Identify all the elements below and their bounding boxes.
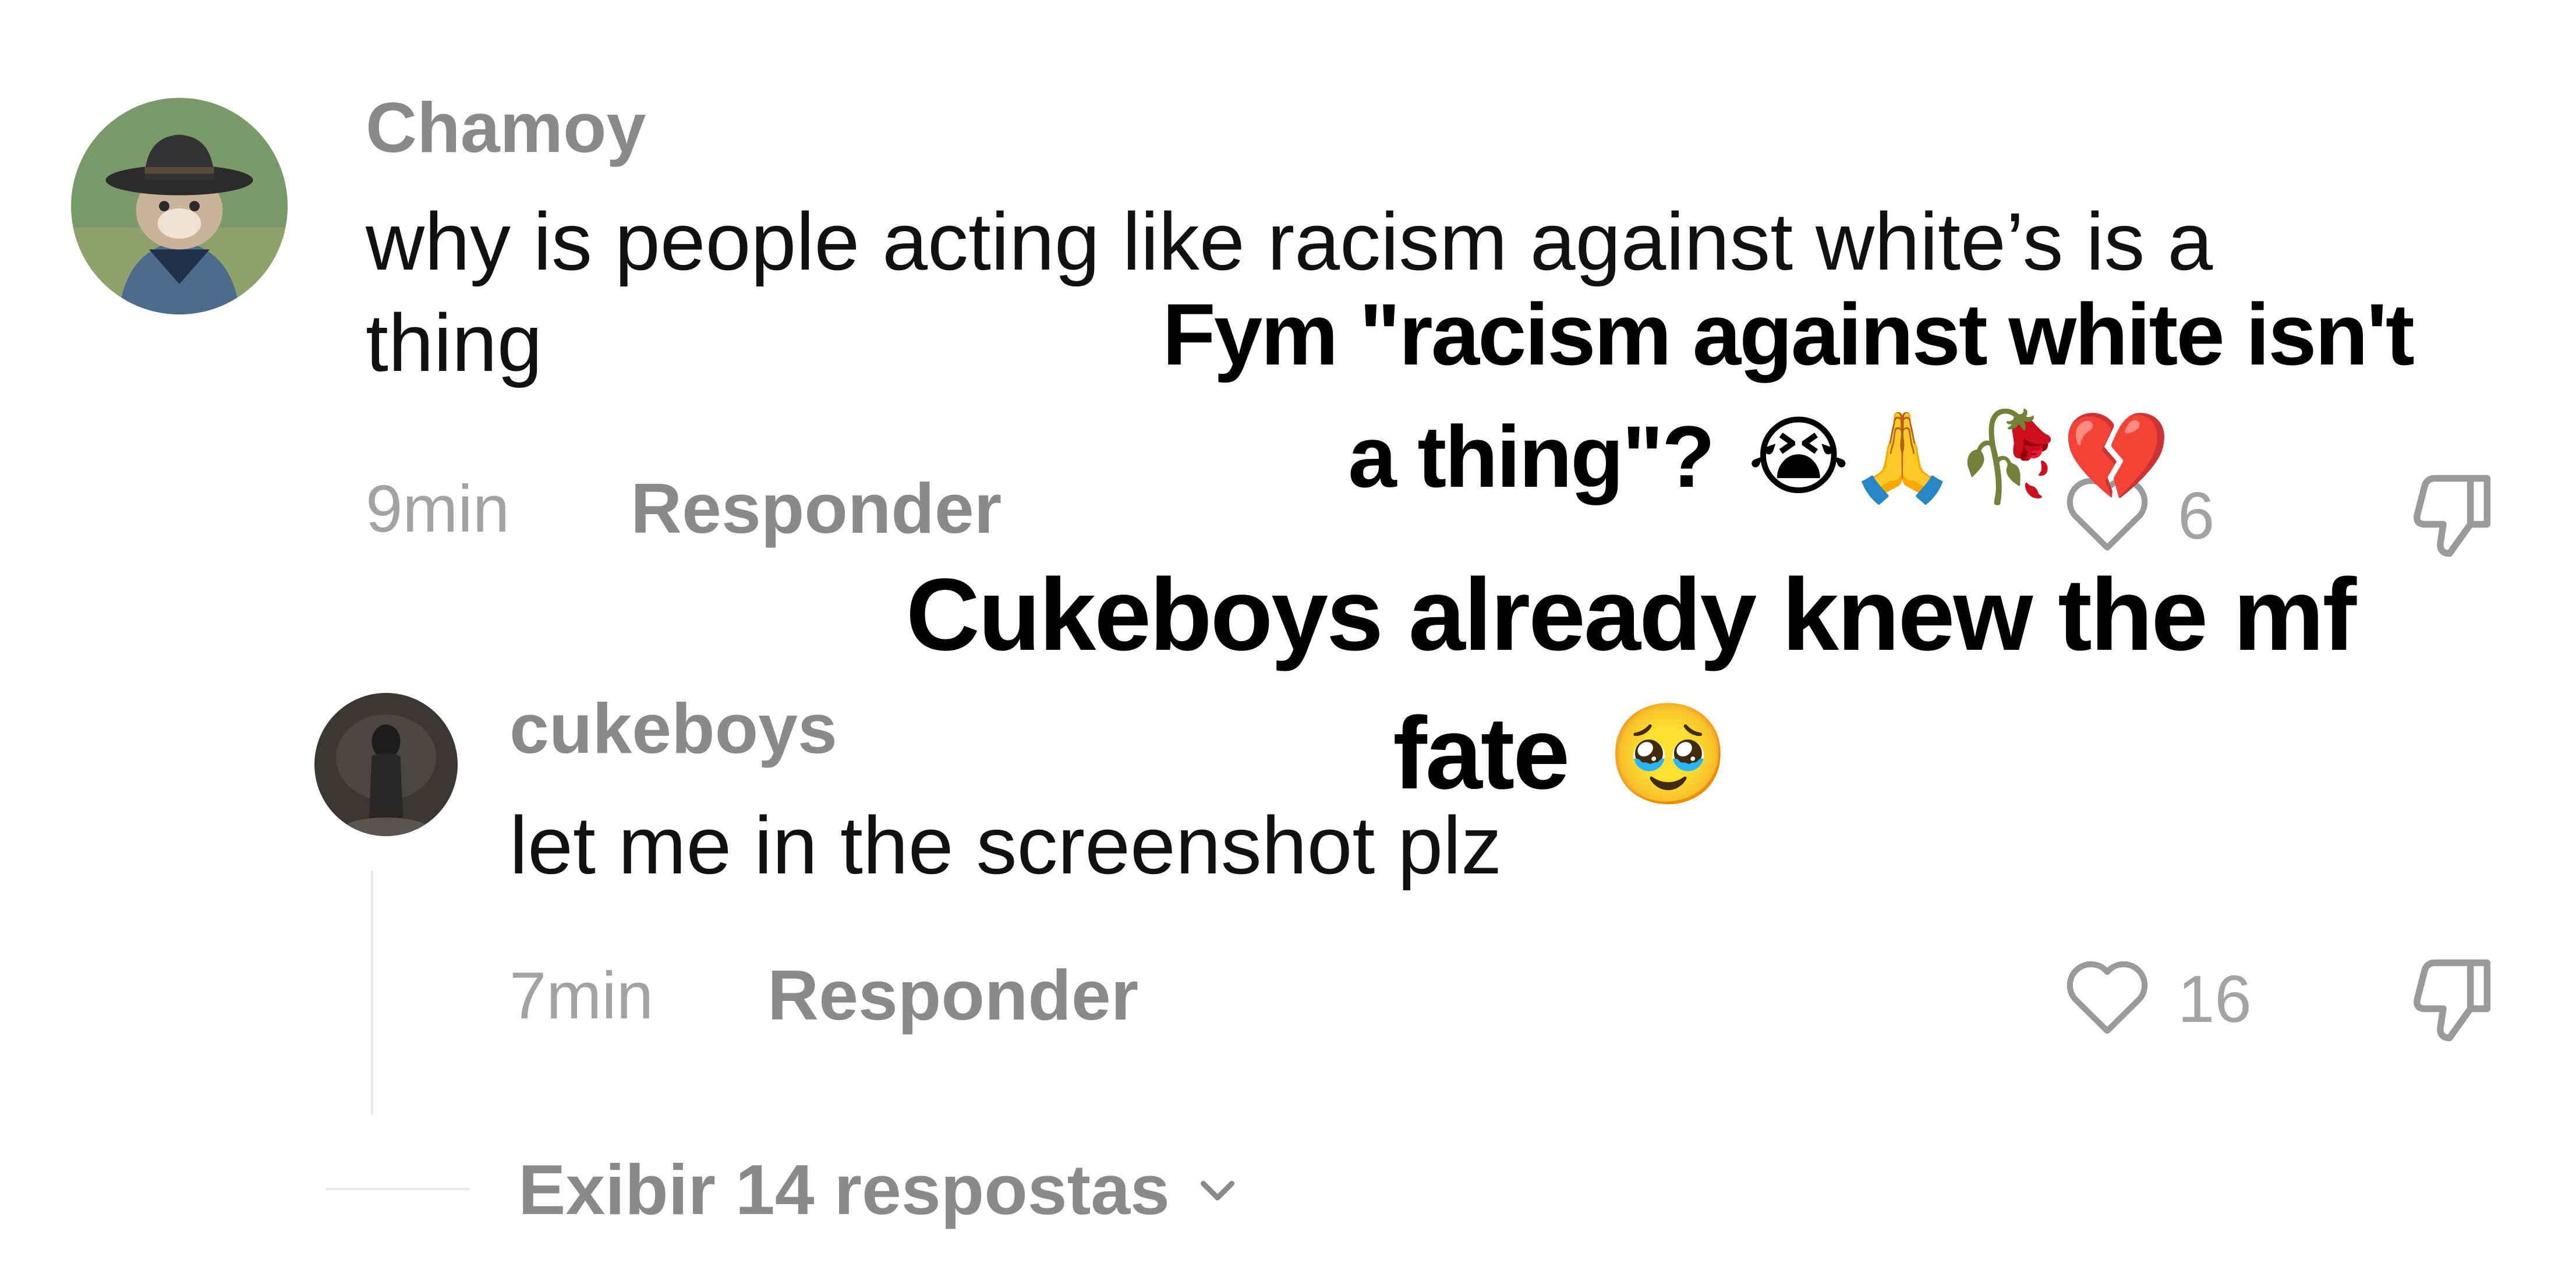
view-replies-button[interactable]: Exibir 14 respostas	[518, 1154, 1242, 1225]
comment-text-line: why is people acting like racism against…	[366, 196, 2213, 287]
overlay-caption-line: a thing"? 😭🙏🥀💔	[1002, 409, 2515, 505]
avatar[interactable]	[71, 98, 288, 314]
thread-line	[371, 870, 373, 1115]
like-count: 16	[2178, 962, 2252, 1036]
view-replies-label: Exibir 14 respostas	[518, 1150, 1170, 1229]
overlay-caption-text: a thing"?	[1348, 408, 1715, 505]
overlay-caption-line: Cukeboys already knew the mf	[905, 558, 2356, 672]
comment-timestamp: 7min	[509, 959, 654, 1033]
emoji-icon: 🥹	[1607, 697, 1730, 812]
thumbs-down-icon[interactable]	[2404, 950, 2504, 1050]
heart-outline-icon[interactable]	[2062, 955, 2152, 1036]
comment-username[interactable]: Chamoy	[366, 92, 646, 163]
reply-button[interactable]: Responder	[767, 960, 1138, 1031]
overlay-caption: Cukeboys already knew the mf fate 🥹	[873, 558, 2387, 827]
overlay-caption: Fym "racism against white isn't a thing"…	[1060, 286, 2515, 531]
overlay-caption-line: fate 🥹	[734, 696, 2387, 812]
avatar[interactable]	[314, 693, 458, 836]
overlay-caption-text: fate	[1393, 696, 1570, 811]
emoji-group: 😭🙏🥀💔	[1747, 406, 2171, 508]
reply-button[interactable]: Responder	[631, 473, 1002, 544]
overlay-caption-line: Fym "racism against white isn't	[1162, 285, 2415, 383]
comment-timestamp: 9min	[366, 472, 510, 546]
chevron-down-icon	[1193, 1165, 1242, 1214]
replies-divider	[326, 1188, 469, 1190]
